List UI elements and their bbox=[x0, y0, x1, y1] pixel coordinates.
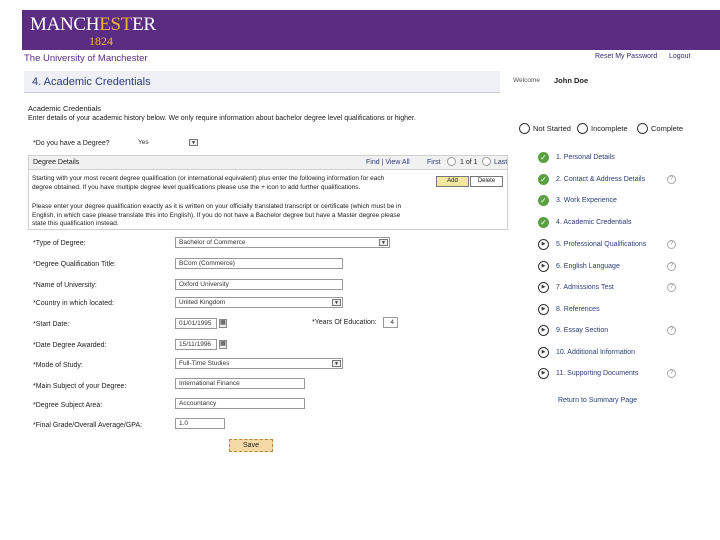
chevron-down-icon: ▼ bbox=[332, 360, 341, 367]
university-input[interactable]: Oxford University bbox=[175, 279, 343, 290]
have-degree-select[interactable]: Yes ▼ bbox=[134, 138, 199, 149]
step-label[interactable]: 9. Essay Section bbox=[556, 327, 608, 334]
help-icon[interactable]: ? bbox=[667, 283, 676, 292]
mode-of-study-select[interactable]: Full-Time Studies ▼ bbox=[175, 358, 343, 369]
step-label[interactable]: 3. Work Experience bbox=[556, 197, 617, 204]
step-label[interactable]: 7. Admissions Test bbox=[556, 284, 614, 291]
step-label[interactable]: 10. Additional Information bbox=[556, 349, 635, 356]
delete-row-button[interactable]: Delete bbox=[470, 176, 503, 187]
help-icon[interactable]: ? bbox=[667, 240, 676, 249]
logo-year: 1824 bbox=[89, 34, 113, 48]
add-row-button[interactable]: Add bbox=[436, 176, 469, 187]
first-link[interactable]: First bbox=[427, 159, 441, 166]
complete-icon bbox=[637, 123, 648, 134]
find-view-all-link[interactable]: Find | View All bbox=[366, 159, 410, 166]
play-icon: ▶ bbox=[538, 282, 549, 293]
type-of-degree-value: Bachelor of Commerce bbox=[179, 239, 246, 246]
instruction-2-line-3: state this qualification instead. bbox=[32, 220, 119, 227]
instruction-2-line-1: Please enter your degree qualification e… bbox=[32, 203, 402, 210]
university-name: The University of Manchester bbox=[24, 53, 148, 64]
logout-link[interactable]: Logout bbox=[669, 53, 690, 60]
final-grade-input[interactable]: 1.0 bbox=[175, 418, 225, 429]
grid-instructions-2: Please enter your degree qualification e… bbox=[32, 203, 401, 229]
main-subject-label: *Main Subject of your Degree: bbox=[33, 383, 127, 390]
start-date-label: *Start Date: bbox=[33, 321, 70, 328]
reset-password-link[interactable]: Reset My Password bbox=[595, 53, 657, 60]
grid-page-count: 1 of 1 bbox=[460, 159, 478, 166]
country-select[interactable]: United Kingdom ▼ bbox=[175, 297, 343, 308]
user-name: John Doe bbox=[554, 76, 589, 85]
step-label[interactable]: 5. Professional Qualifications bbox=[556, 241, 646, 248]
have-degree-value: Yes bbox=[138, 139, 149, 146]
help-icon[interactable]: ? bbox=[667, 369, 676, 378]
legend-incomplete: Incomplete bbox=[591, 124, 628, 133]
step-label[interactable]: 8. References bbox=[556, 306, 600, 313]
check-icon: ✓ bbox=[538, 152, 549, 163]
type-of-degree-label: *Type of Degree: bbox=[33, 240, 86, 247]
check-icon: ✓ bbox=[538, 195, 549, 206]
step-label[interactable]: 4. Academic Credentials bbox=[556, 219, 631, 226]
check-icon: ✓ bbox=[538, 174, 549, 185]
degree-grid-title: Degree Details bbox=[33, 159, 80, 166]
date-awarded-input[interactable]: 15/11/1996 bbox=[175, 339, 217, 350]
grid-instructions-1: Starting with your most recent degree qu… bbox=[32, 174, 384, 192]
chevron-down-icon: ▼ bbox=[332, 299, 341, 306]
page-title: 4. Academic Credentials bbox=[32, 76, 151, 88]
not-started-icon bbox=[519, 123, 530, 134]
calendar-icon[interactable]: ▦ bbox=[219, 319, 227, 328]
university-logo: MANCHESTER bbox=[30, 14, 156, 35]
step-label[interactable]: 1. Personal Details bbox=[556, 154, 615, 161]
previous-icon[interactable] bbox=[447, 157, 456, 166]
main-subject-input[interactable]: International Finance bbox=[175, 378, 305, 389]
university-label: *Name of University: bbox=[33, 282, 97, 289]
subject-area-label: *Degree Subject Area: bbox=[33, 402, 103, 409]
mode-of-study-value: Full-Time Studies bbox=[179, 360, 230, 367]
last-link[interactable]: Last bbox=[494, 159, 507, 166]
chevron-down-icon: ▼ bbox=[379, 239, 388, 246]
degree-title-label: *Degree Qualification Title: bbox=[33, 261, 116, 268]
help-icon[interactable]: ? bbox=[667, 326, 676, 335]
step-label[interactable]: 11. Supporting Documents bbox=[556, 370, 638, 377]
step-label[interactable]: 2. Contact & Address Details bbox=[556, 176, 645, 183]
country-value: United Kingdom bbox=[179, 299, 226, 306]
help-icon[interactable]: ? bbox=[667, 175, 676, 184]
start-date-input[interactable]: 01/01/1995 bbox=[175, 318, 217, 329]
final-grade-label: *Final Grade/Overall Average/GPA: bbox=[33, 422, 143, 429]
check-icon: ✓ bbox=[538, 217, 549, 228]
country-label: *Country in which located: bbox=[33, 300, 114, 307]
play-icon: ▶ bbox=[538, 239, 549, 250]
subject-area-input[interactable]: Accountancy bbox=[175, 398, 305, 409]
play-icon: ▶ bbox=[538, 325, 549, 336]
section-description: Enter details of your academic history b… bbox=[28, 115, 416, 122]
legend-not-started: Not Started bbox=[533, 124, 571, 133]
instruction-2-line-2: English, in which case please translate … bbox=[32, 211, 401, 219]
return-to-summary-link[interactable]: Return to Summary Page bbox=[558, 397, 637, 404]
legend-complete: Complete bbox=[651, 124, 684, 133]
years-education-label: *Years Of Education: bbox=[312, 319, 377, 326]
incomplete-icon bbox=[577, 123, 588, 134]
calendar-icon[interactable]: ▦ bbox=[219, 340, 227, 349]
play-icon: ▶ bbox=[538, 368, 549, 379]
chevron-down-icon: ▼ bbox=[189, 139, 198, 146]
instruction-1-line-2: degree obtained. If you have multiple de… bbox=[32, 184, 361, 191]
welcome-label: Welcome bbox=[513, 77, 540, 84]
help-icon[interactable]: ? bbox=[667, 262, 676, 271]
have-degree-label: *Do you have a Degree? bbox=[33, 140, 110, 147]
play-icon: ▶ bbox=[538, 304, 549, 315]
play-icon: ▶ bbox=[538, 261, 549, 272]
next-icon[interactable] bbox=[482, 157, 491, 166]
mode-of-study-label: *Mode of Study: bbox=[33, 362, 83, 369]
years-education-input[interactable]: 4 bbox=[383, 317, 398, 328]
instruction-1-line-1: Starting with your most recent degree qu… bbox=[32, 175, 385, 182]
degree-title-input[interactable]: BCom (Commerce) bbox=[175, 258, 343, 269]
save-button[interactable]: Save bbox=[229, 439, 273, 452]
date-awarded-label: *Date Degree Awarded: bbox=[33, 342, 107, 349]
play-icon: ▶ bbox=[538, 347, 549, 358]
step-label[interactable]: 6. English Language bbox=[556, 263, 620, 270]
section-title: Academic Credentials bbox=[28, 104, 101, 113]
type-of-degree-select[interactable]: Bachelor of Commerce ▼ bbox=[175, 237, 390, 248]
